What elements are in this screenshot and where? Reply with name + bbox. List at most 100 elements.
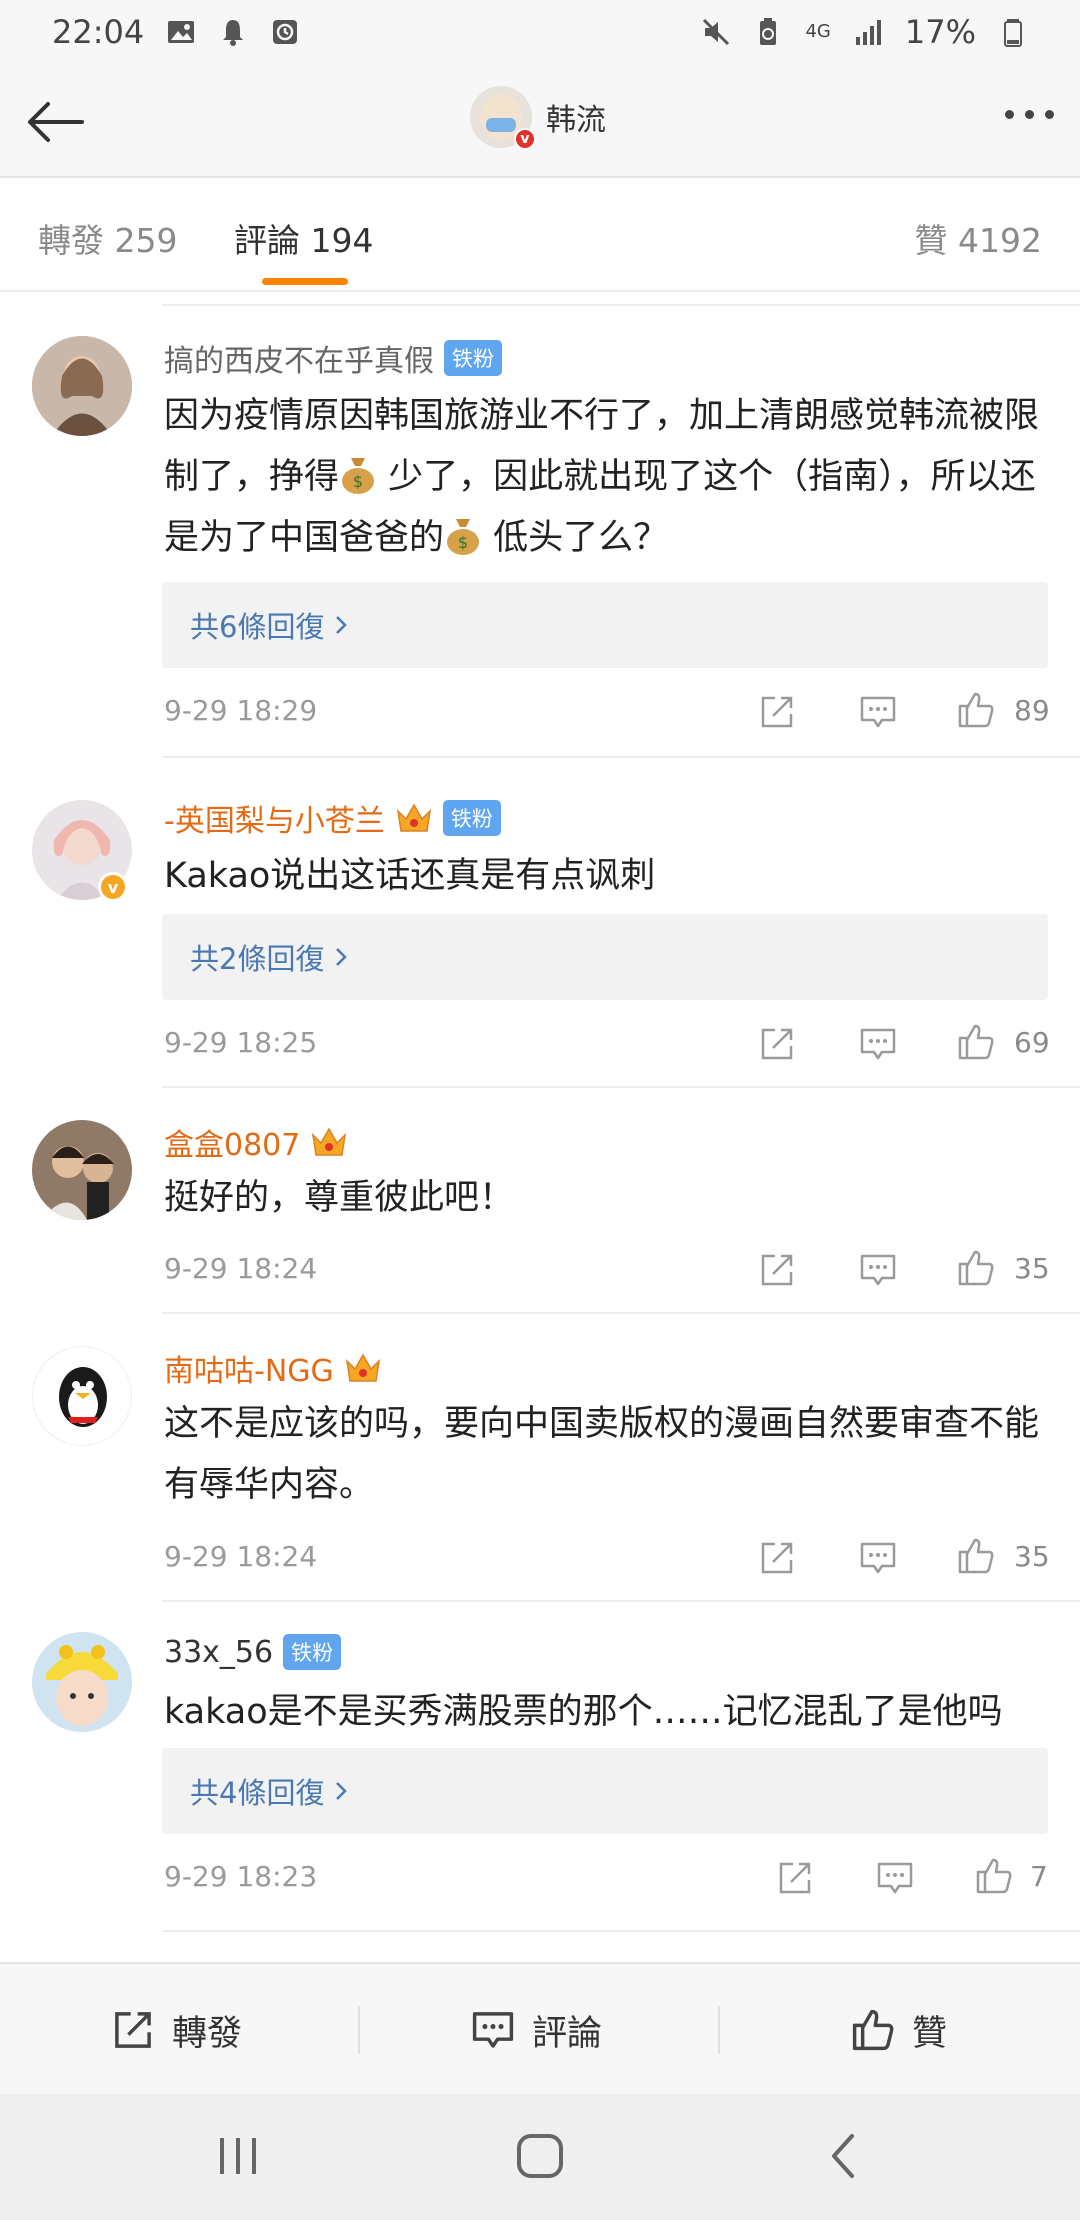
- notification-bell-icon: [223, 20, 244, 46]
- like-count: 69: [1014, 1026, 1050, 1059]
- battery-saver-icon: [760, 18, 777, 45]
- like-icon[interactable]: [956, 1248, 996, 1288]
- comment-label: 評論: [532, 2013, 603, 2054]
- vip-crown-icon: [345, 1353, 380, 1382]
- comment-text-part: 低头了么？: [482, 518, 669, 558]
- comment-icon[interactable]: [875, 1858, 915, 1898]
- network-type: 4G: [805, 21, 831, 42]
- repost-icon[interactable]: [757, 1250, 797, 1290]
- like-count: 35: [1014, 1252, 1050, 1285]
- comment-icon: [472, 2012, 514, 2048]
- username[interactable]: 南咕咕-NGG: [164, 1346, 382, 1390]
- vip-crown-icon: [396, 803, 431, 832]
- tab-bar: 轉發 259 評論 194 贊 4192: [0, 178, 1080, 292]
- battery-icon: [1004, 19, 1022, 47]
- tab-likes[interactable]: 贊 4192: [915, 214, 1042, 262]
- repost-icon[interactable]: [757, 692, 797, 732]
- active-tab-indicator: [262, 278, 348, 285]
- username-text: 33x_56: [164, 1634, 274, 1670]
- comment-time: 9-29 18:24: [164, 1540, 318, 1573]
- comment-text: kakao是不是买秀满股票的那个……记忆混乱了是他吗: [164, 1692, 1003, 1732]
- comment-item: 搞的西皮不在乎真假 铁粉 因为疫情原因韩国旅游业不行了，加上清朗感觉韩流被限制了…: [0, 292, 1080, 758]
- comment-item: 南咕咕-NGG 这不是应该的吗，要向中国卖版权的漫画自然要审查不能有辱华内容。 …: [0, 1314, 1080, 1602]
- username-text: 盒盒0807: [164, 1128, 301, 1163]
- like-count: 89: [1014, 694, 1050, 727]
- like-icon[interactable]: [974, 1856, 1014, 1896]
- account-name: 韩流: [546, 103, 606, 138]
- money-bag-emoji-icon: $: [342, 458, 375, 494]
- tab-reposts[interactable]: 轉發 259: [38, 214, 178, 262]
- account-header[interactable]: v 韩流: [470, 86, 606, 150]
- avatar[interactable]: [32, 1632, 132, 1732]
- fan-badge: 铁粉: [283, 1634, 342, 1670]
- chevron-right-icon: [336, 948, 348, 966]
- repost-icon[interactable]: [775, 1858, 815, 1898]
- username[interactable]: 搞的西皮不在乎真假 铁粉: [164, 336, 502, 380]
- like-icon[interactable]: [956, 1536, 996, 1576]
- system-back-icon[interactable]: [820, 2128, 868, 2184]
- repost-icon: [115, 2012, 151, 2048]
- tab-comments-label: 評論: [234, 221, 300, 260]
- repost-icon[interactable]: [757, 1538, 797, 1578]
- fan-badge: 铁粉: [444, 340, 502, 376]
- recent-apps-icon[interactable]: [214, 2128, 262, 2184]
- separator: [358, 2006, 360, 2054]
- repost-button[interactable]: 轉發: [110, 1964, 242, 2096]
- battery-percent: 17%: [904, 13, 976, 51]
- comment-time: 9-29 18:24: [164, 1252, 318, 1285]
- like-count: 7: [1030, 1860, 1048, 1893]
- status-bar: 22:04 4G 17%: [0, 0, 1080, 64]
- comment-time: 9-29 18:23: [164, 1860, 318, 1893]
- tab-likes-label: 贊: [914, 221, 948, 260]
- replies-count: 共2條回復: [190, 942, 325, 976]
- separator: [718, 2006, 720, 2054]
- tab-comments-count: 194: [310, 221, 374, 260]
- money-bag-emoji-icon: $: [447, 519, 480, 555]
- verified-badge-icon: v: [98, 872, 128, 902]
- like-icon[interactable]: [956, 690, 996, 730]
- username[interactable]: 盒盒0807: [164, 1120, 348, 1164]
- username[interactable]: 33x_56 铁粉: [164, 1634, 342, 1670]
- divider: [162, 1930, 1080, 1932]
- system-navigation-bar: [0, 2094, 1080, 2220]
- alarm-icon: [273, 20, 298, 44]
- chevron-right-icon: [336, 1782, 348, 1800]
- back-arrow-icon[interactable]: [22, 92, 92, 152]
- comment-item: 33x_56 铁粉 kakao是不是买秀满股票的那个……记忆混乱了是他吗 共4條…: [0, 1602, 1080, 1932]
- comment-icon[interactable]: [858, 1024, 898, 1064]
- comment-icon[interactable]: [858, 1538, 898, 1578]
- account-avatar[interactable]: v: [470, 86, 536, 150]
- comment-icon[interactable]: [858, 1250, 898, 1290]
- avatar[interactable]: [32, 1120, 132, 1220]
- comment-text: 因为疫情原因韩国旅游业不行了，加上清朗感觉韩流被限制了，挣得 $ 少了，因此就出现…: [164, 386, 1044, 569]
- verified-badge-icon: v: [514, 128, 536, 150]
- repost-label: 轉發: [172, 2013, 243, 2054]
- comment-item: 盒盒0807 挺好的，尊重彼此吧！ 9-29 18:24 35: [0, 1088, 1080, 1314]
- like-icon: [852, 2009, 894, 2051]
- like-count: 35: [1014, 1540, 1050, 1573]
- like-icon[interactable]: [956, 1022, 996, 1062]
- replies-count: 共6條回復: [190, 610, 325, 644]
- repost-icon[interactable]: [757, 1024, 797, 1064]
- home-icon[interactable]: [514, 2128, 566, 2184]
- comment-list[interactable]: 搞的西皮不在乎真假 铁粉 因为疫情原因韩国旅游业不行了，加上清朗感觉韩流被限制了…: [0, 292, 1080, 1962]
- tab-likes-count: 4192: [958, 221, 1042, 260]
- vip-crown-icon: [312, 1127, 347, 1156]
- clock: 22:04: [52, 13, 145, 51]
- comment-button[interactable]: 評論: [470, 1964, 602, 2096]
- username[interactable]: -英国梨与小苍兰 铁粉: [164, 796, 501, 840]
- comment-icon[interactable]: [858, 692, 898, 732]
- avatar[interactable]: [32, 1346, 132, 1446]
- like-button[interactable]: 贊: [850, 1964, 947, 2096]
- svg-text:$: $: [353, 472, 363, 491]
- gallery-icon: [168, 21, 195, 43]
- view-replies-link[interactable]: 共4條回復: [162, 1748, 1048, 1834]
- username-text: -英国梨与小苍兰: [164, 804, 385, 839]
- view-replies-link[interactable]: 共6條回復: [162, 582, 1048, 668]
- avatar[interactable]: [32, 336, 132, 436]
- view-replies-link[interactable]: 共2條回復: [162, 914, 1048, 1000]
- tab-comments[interactable]: 評論 194: [234, 214, 374, 262]
- more-options-icon[interactable]: [1005, 110, 1054, 119]
- tab-reposts-count: 259: [114, 221, 178, 260]
- top-navigation: v 韩流: [0, 64, 1080, 178]
